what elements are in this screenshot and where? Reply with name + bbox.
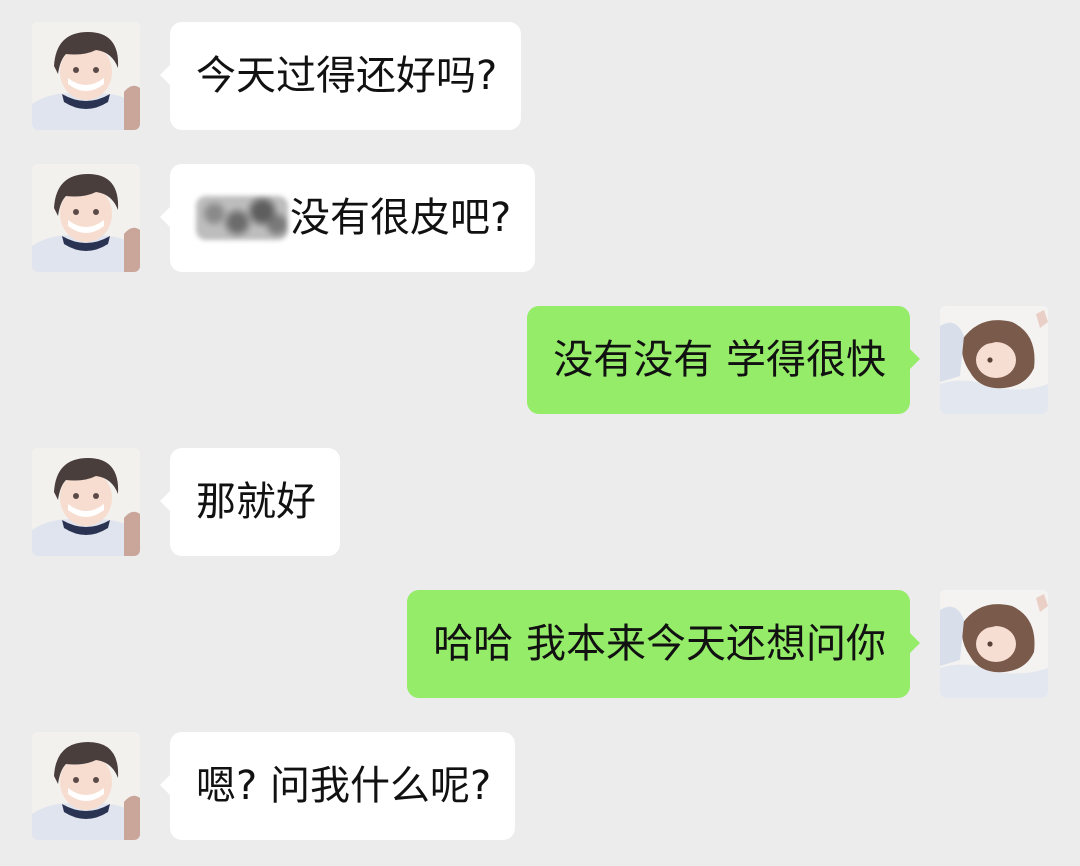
message-row: 那就好 [0, 448, 1080, 558]
boy-avatar-icon[interactable] [32, 732, 140, 840]
message-text: 今天过得还好吗? [196, 53, 498, 99]
message-row: 没有很皮吧? [0, 164, 1080, 274]
boy-avatar-icon[interactable] [32, 448, 140, 556]
message-row: 哈哈 我本来今天还想问你 [0, 590, 1080, 700]
girl-avatar-icon[interactable] [940, 590, 1048, 698]
message-text: 那就好 [196, 479, 316, 525]
message-row: 没有没有 学得很快 [0, 306, 1080, 416]
boy-avatar-icon[interactable] [32, 164, 140, 272]
message-text: 没有很皮吧? [290, 195, 512, 241]
message-row: 今天过得还好吗? [0, 22, 1080, 132]
message-row: 嗯? 问我什么呢? [0, 732, 1080, 842]
outgoing-message-bubble[interactable]: 没有没有 学得很快 [527, 306, 920, 414]
outgoing-message-bubble[interactable]: 哈哈 我本来今天还想问你 [407, 590, 920, 698]
message-text: 哈哈 我本来今天还想问你 [433, 621, 886, 667]
boy-avatar-icon[interactable] [32, 22, 140, 130]
incoming-message-bubble[interactable]: 那就好 [160, 448, 340, 556]
chat-message-list: 今天过得还好吗? 没有很皮吧? 没有没有 学得很快 那就好 哈哈 我本来今天还想… [0, 0, 1080, 866]
incoming-message-bubble[interactable]: 没有很皮吧? [159, 164, 536, 272]
incoming-message-bubble[interactable]: 今天过得还好吗? [159, 22, 522, 130]
message-text: 嗯? 问我什么呢? [196, 763, 492, 809]
incoming-message-bubble[interactable]: 嗯? 问我什么呢? [159, 732, 516, 840]
redacted-name-blur [196, 196, 288, 240]
girl-avatar-icon[interactable] [940, 306, 1048, 414]
message-text: 没有没有 学得很快 [553, 337, 886, 383]
